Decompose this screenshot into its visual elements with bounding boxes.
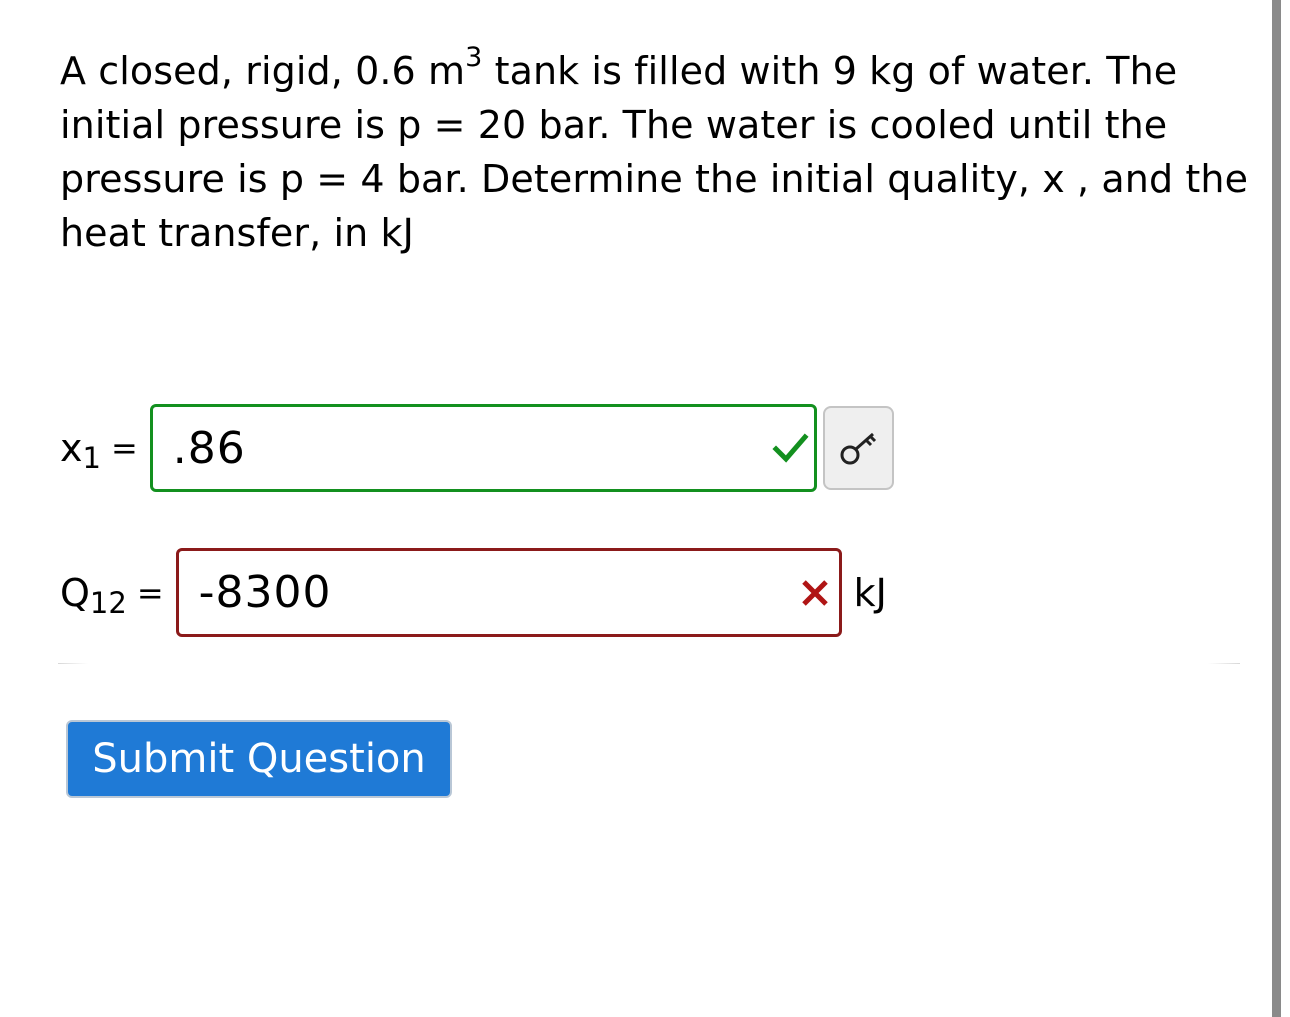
section-divider bbox=[58, 663, 1240, 664]
submit-question-button[interactable]: Submit Question bbox=[66, 720, 452, 798]
x-icon bbox=[801, 579, 828, 606]
question-text: A closed, rigid, 0.6 m3 tank is filled w… bbox=[60, 44, 1250, 260]
q12-answer-value[interactable]: -8300 bbox=[199, 567, 332, 618]
x1-answer-field[interactable]: .86 bbox=[149, 404, 817, 492]
q12-label-base: Q bbox=[60, 570, 90, 615]
scrollbar[interactable] bbox=[1272, 0, 1281, 1017]
q12-equals: = bbox=[136, 573, 164, 612]
key-button[interactable] bbox=[822, 406, 894, 490]
x1-equals: = bbox=[110, 429, 138, 467]
x1-label-base: x bbox=[60, 426, 83, 470]
answer-row-q12: Q 12 = -8300 kJ bbox=[60, 548, 887, 637]
question-page: A closed, rigid, 0.6 m3 tank is filled w… bbox=[0, 0, 1290, 1017]
x1-answer-value[interactable]: .86 bbox=[173, 423, 246, 474]
key-icon bbox=[840, 432, 877, 465]
x1-label: x1 bbox=[60, 426, 101, 475]
question-text-part1: A closed, rigid, 0.6 m bbox=[60, 49, 466, 93]
answer-row-x1: x1 = .86 bbox=[60, 404, 894, 492]
q12-unit: kJ bbox=[853, 570, 887, 615]
cubic-superscript: 3 bbox=[465, 42, 483, 74]
q12-answer-field[interactable]: -8300 bbox=[175, 548, 842, 637]
check-icon bbox=[772, 433, 809, 463]
q12-label: Q 12 bbox=[60, 570, 127, 620]
